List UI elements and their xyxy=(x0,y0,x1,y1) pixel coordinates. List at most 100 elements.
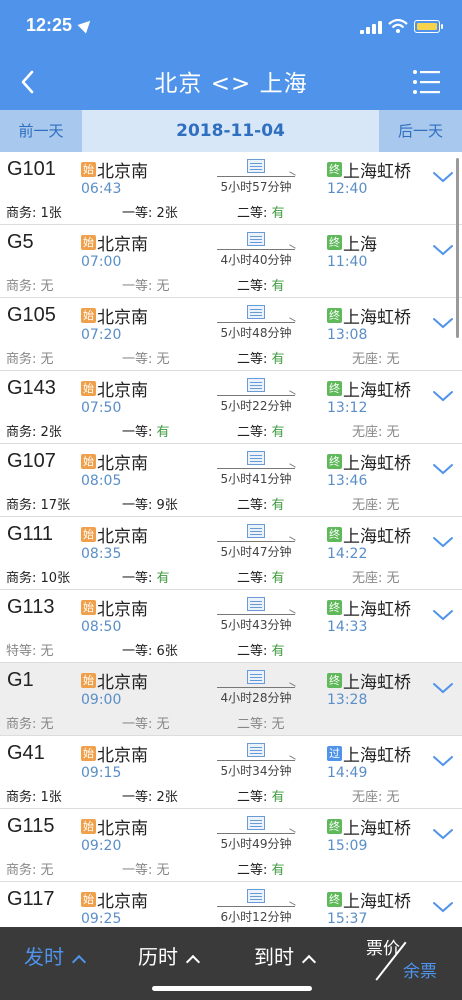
end-station-badge: 终 xyxy=(327,235,342,250)
seat-class-label: 一等: xyxy=(122,352,153,367)
seat-count: 无 xyxy=(386,790,400,805)
train-row[interactable]: G117 始北京南 09:25 6小时12分钟 终上海虹桥 15:37 xyxy=(0,882,462,927)
wifi-icon xyxy=(388,18,408,33)
train-row[interactable]: G101 始北京南 06:43 5小时57分钟 终上海虹桥 12:40 商务: 1张 一等… xyxy=(0,152,462,225)
seat-count: 有 xyxy=(271,863,285,878)
date-bar: 前一天 2018-11-04 后一天 xyxy=(0,110,462,152)
departure-time: 07:00 xyxy=(81,254,122,270)
train-row[interactable]: G111 始北京南 08:35 5小时47分钟 终上海虹桥 14:22 商务: 10张 一… xyxy=(0,517,462,590)
seat-availability: 无座: 无 xyxy=(352,567,400,586)
status-bar: 12:25 xyxy=(0,0,462,54)
seat-class-label: 商务: xyxy=(6,279,37,294)
start-station-badge: 始 xyxy=(81,600,96,615)
arrival-station: 上海虹桥 xyxy=(343,162,411,182)
route-arrow-icon xyxy=(217,614,295,615)
seat-count: 无 xyxy=(40,279,54,294)
train-number: G105 xyxy=(7,304,56,326)
chevron-down-icon[interactable] xyxy=(432,535,454,549)
train-number: G113 xyxy=(7,596,55,618)
timetable-icon xyxy=(247,597,265,611)
chevron-down-icon[interactable] xyxy=(432,389,454,403)
train-row[interactable]: G1 始北京南 09:00 4小时28分钟 终上海虹桥 13:28 商务: 无一等: 无… xyxy=(0,663,462,736)
sort-arrive-button[interactable]: 到时 xyxy=(254,941,317,970)
travel-duration: 5小时57分钟 xyxy=(220,180,292,194)
travel-duration: 5小时47分钟 xyxy=(220,545,292,559)
list-menu-icon[interactable] xyxy=(412,67,442,97)
seat-class-label: 无座: xyxy=(352,571,383,586)
train-row[interactable]: G143 始北京南 07:50 5小时22分钟 终上海虹桥 13:12 商务: 2张 一等… xyxy=(0,371,462,444)
arrival-station: 上海虹桥 xyxy=(343,454,411,474)
train-row[interactable]: G5 始北京南 07:00 4小时40分钟 终上海 11:40 商务: 无一等: 无二等… xyxy=(0,225,462,298)
next-day-button[interactable]: 后一天 xyxy=(379,110,462,152)
seat-availability: 二等: 有 xyxy=(237,421,285,440)
train-number: G115 xyxy=(7,815,55,837)
seat-availability: 商务: 无 xyxy=(6,275,54,294)
train-number: G107 xyxy=(7,450,56,472)
seat-class-label: 二等: xyxy=(237,717,268,732)
departure-time: 08:50 xyxy=(81,619,122,635)
seat-class-label: 一等: xyxy=(122,571,153,586)
seat-class-label: 二等: xyxy=(237,206,268,221)
travel-duration: 5小时43分钟 xyxy=(220,618,292,632)
seat-class-label: 二等: xyxy=(237,425,268,440)
seat-class-label: 二等: xyxy=(237,790,268,805)
timetable-icon xyxy=(247,451,265,465)
departure-station: 北京南 xyxy=(97,673,148,693)
arrival-station: 上海 xyxy=(343,235,377,255)
chevron-down-icon[interactable] xyxy=(432,243,454,257)
chevron-down-icon[interactable] xyxy=(432,827,454,841)
duration-indicator: 5小时34分钟 xyxy=(215,740,297,780)
seat-count: 无 xyxy=(156,717,170,732)
seat-class-label: 无座: xyxy=(352,498,383,513)
seat-availability: 二等: 有 xyxy=(237,348,285,367)
seat-availability: 商务: 2张 xyxy=(6,421,62,440)
chevron-down-icon[interactable] xyxy=(432,900,454,914)
end-station-badge: 终 xyxy=(327,454,342,469)
seat-count: 有 xyxy=(156,425,170,440)
route-arrow-icon xyxy=(217,176,295,177)
current-date[interactable]: 2018-11-04 xyxy=(82,110,379,152)
end-station-badge: 终 xyxy=(327,308,342,323)
chevron-down-icon[interactable] xyxy=(432,681,454,695)
train-row[interactable]: G105 始北京南 07:20 5小时48分钟 终上海虹桥 13:08 商务: 无一等:… xyxy=(0,298,462,371)
departure-time: 09:25 xyxy=(81,911,122,927)
train-row[interactable]: G113 始北京南 08:50 5小时43分钟 终上海虹桥 14:33 特等: 无 一等:… xyxy=(0,590,462,663)
seat-class-label: 商务: xyxy=(6,206,37,221)
prev-day-button[interactable]: 前一天 xyxy=(0,110,82,152)
seat-class-label: 一等: xyxy=(122,498,153,513)
duration-indicator: 5小时48分钟 xyxy=(215,302,297,342)
seat-class-label: 商务: xyxy=(6,863,37,878)
route-arrow-icon xyxy=(217,468,295,469)
departure-station: 北京南 xyxy=(97,746,148,766)
seat-availability: 一等: 无 xyxy=(122,859,170,878)
timetable-icon xyxy=(247,305,265,319)
train-row[interactable]: G115 始北京南 09:20 5小时49分钟 终上海虹桥 15:09 商务: 无一等:… xyxy=(0,809,462,882)
seat-availability: 二等: 有 xyxy=(237,640,285,659)
arrival-station: 上海虹桥 xyxy=(343,746,411,766)
chevron-down-icon[interactable] xyxy=(432,754,454,768)
arrival-time: 13:08 xyxy=(327,327,368,343)
chevron-down-icon[interactable] xyxy=(432,316,454,330)
train-row[interactable]: G107 始北京南 08:05 5小时41分钟 终上海虹桥 13:46 商务: 17张 一… xyxy=(0,444,462,517)
seat-availability: 二等: 有 xyxy=(237,567,285,586)
seat-availability: 二等: 无 xyxy=(237,713,285,732)
seat-class-label: 无座: xyxy=(352,425,383,440)
sort-duration-button[interactable]: 历时 xyxy=(138,941,201,970)
chevron-down-icon[interactable] xyxy=(432,608,454,622)
scrollbar[interactable] xyxy=(456,158,459,338)
departure-station: 北京南 xyxy=(97,235,148,255)
seat-count: 有 xyxy=(271,790,285,805)
end-station-badge: 终 xyxy=(327,381,342,396)
departure-station: 北京南 xyxy=(97,600,148,620)
chevron-down-icon[interactable] xyxy=(432,462,454,476)
arrival-time: 15:37 xyxy=(327,911,368,927)
departure-station: 北京南 xyxy=(97,819,148,839)
travel-duration: 5小时48分钟 xyxy=(220,326,292,340)
chevron-down-icon[interactable] xyxy=(432,170,454,184)
pass-station-badge: 过 xyxy=(327,746,342,761)
end-station-badge: 终 xyxy=(327,527,342,542)
sort-depart-button[interactable]: 发时 xyxy=(24,941,87,970)
location-arrow-icon xyxy=(77,16,95,34)
departure-station: 北京南 xyxy=(97,892,148,912)
train-row[interactable]: G41 始北京南 09:15 5小时34分钟 过上海虹桥 14:49 商务: 1张 一等:… xyxy=(0,736,462,809)
